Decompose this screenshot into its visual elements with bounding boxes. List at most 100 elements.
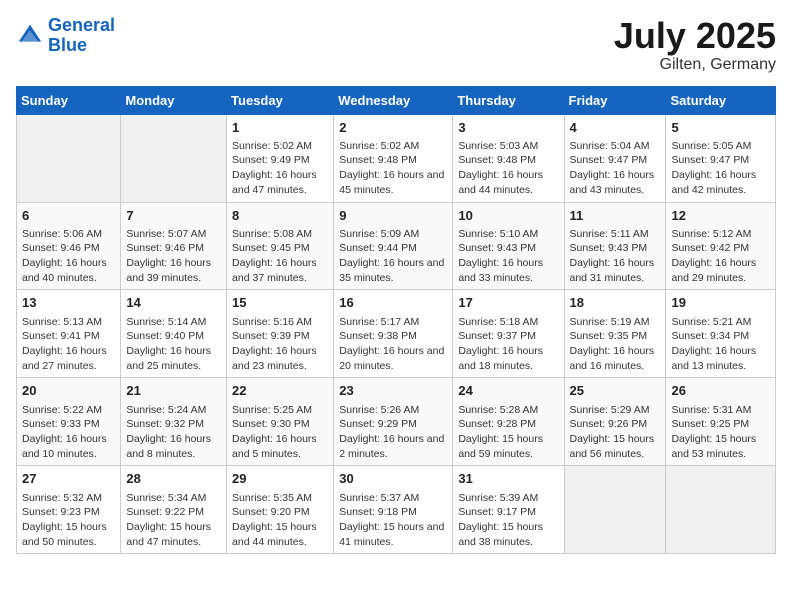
day-info: Sunrise: 5:37 AM Sunset: 9:18 PM Dayligh… (339, 491, 447, 550)
day-number: 2 (339, 119, 447, 137)
day-info: Sunrise: 5:16 AM Sunset: 9:39 PM Dayligh… (232, 315, 328, 374)
logo: General Blue (16, 16, 115, 56)
calendar-cell: 18Sunrise: 5:19 AM Sunset: 9:35 PM Dayli… (564, 290, 666, 378)
calendar-cell (564, 466, 666, 554)
day-number: 6 (22, 207, 115, 225)
calendar-week-row: 13Sunrise: 5:13 AM Sunset: 9:41 PM Dayli… (17, 290, 776, 378)
day-info: Sunrise: 5:31 AM Sunset: 9:25 PM Dayligh… (671, 403, 770, 462)
day-info: Sunrise: 5:14 AM Sunset: 9:40 PM Dayligh… (126, 315, 221, 374)
calendar-week-row: 20Sunrise: 5:22 AM Sunset: 9:33 PM Dayli… (17, 378, 776, 466)
weekday-header-saturday: Saturday (666, 86, 776, 114)
weekday-header-monday: Monday (121, 86, 227, 114)
day-number: 23 (339, 382, 447, 400)
day-info: Sunrise: 5:10 AM Sunset: 9:43 PM Dayligh… (458, 227, 558, 286)
calendar-cell: 2 Sunrise: 5:02 AM Sunset: 9:48 PM Daylig… (334, 114, 453, 202)
day-number: 15 (232, 294, 328, 312)
day-number: 4 (570, 119, 661, 137)
day-number: 17 (458, 294, 558, 312)
logo-text: General Blue (48, 16, 115, 56)
calendar-week-row: 6 Sunrise: 5:06 AM Sunset: 9:46 PM Daylig… (17, 202, 776, 290)
day-number: 8 (232, 207, 328, 225)
day-info: Sunrise: 5:13 AM Sunset: 9:41 PM Dayligh… (22, 315, 115, 374)
day-number: 20 (22, 382, 115, 400)
day-info: Sunrise: 5:12 AM Sunset: 9:42 PM Dayligh… (671, 227, 770, 286)
weekday-header-wednesday: Wednesday (334, 86, 453, 114)
calendar-cell: 22Sunrise: 5:25 AM Sunset: 9:30 PM Dayli… (227, 378, 334, 466)
calendar-cell: 19Sunrise: 5:21 AM Sunset: 9:34 PM Dayli… (666, 290, 776, 378)
day-info: Sunrise: 5:34 AM Sunset: 9:22 PM Dayligh… (126, 491, 221, 550)
day-info: Sunrise: 5:02 AM Sunset: 9:48 PM Dayligh… (339, 139, 447, 198)
day-number: 12 (671, 207, 770, 225)
day-info: Sunrise: 5:05 AM Sunset: 9:47 PM Dayligh… (671, 139, 770, 198)
logo-icon (16, 22, 44, 50)
calendar-cell: 11Sunrise: 5:11 AM Sunset: 9:43 PM Dayli… (564, 202, 666, 290)
day-info: Sunrise: 5:18 AM Sunset: 9:37 PM Dayligh… (458, 315, 558, 374)
calendar-cell: 4 Sunrise: 5:04 AM Sunset: 9:47 PM Daylig… (564, 114, 666, 202)
calendar-cell: 23 Sunrise: 5:26 AM Sunset: 9:29 PM Dayli… (334, 378, 453, 466)
weekday-header-tuesday: Tuesday (227, 86, 334, 114)
day-info: Sunrise: 5:07 AM Sunset: 9:46 PM Dayligh… (126, 227, 221, 286)
day-info: Sunrise: 5:04 AM Sunset: 9:47 PM Dayligh… (570, 139, 661, 198)
day-info: Sunrise: 5:35 AM Sunset: 9:20 PM Dayligh… (232, 491, 328, 550)
day-info: Sunrise: 5:24 AM Sunset: 9:32 PM Dayligh… (126, 403, 221, 462)
day-number: 21 (126, 382, 221, 400)
day-number: 30 (339, 470, 447, 488)
calendar-cell: 8 Sunrise: 5:08 AM Sunset: 9:45 PM Daylig… (227, 202, 334, 290)
day-number: 31 (458, 470, 558, 488)
day-info: Sunrise: 5:03 AM Sunset: 9:48 PM Dayligh… (458, 139, 558, 198)
day-info: Sunrise: 5:19 AM Sunset: 9:35 PM Dayligh… (570, 315, 661, 374)
day-number: 19 (671, 294, 770, 312)
day-number: 29 (232, 470, 328, 488)
day-number: 25 (570, 382, 661, 400)
calendar-cell: 1 Sunrise: 5:02 AM Sunset: 9:49 PM Daylig… (227, 114, 334, 202)
day-number: 26 (671, 382, 770, 400)
page-header: General Blue July 2025 Gilten, Germany (16, 16, 776, 74)
weekday-header-row: SundayMondayTuesdayWednesdayThursdayFrid… (17, 86, 776, 114)
day-info: Sunrise: 5:02 AM Sunset: 9:49 PM Dayligh… (232, 139, 328, 198)
day-number: 16 (339, 294, 447, 312)
calendar-cell: 10 Sunrise: 5:10 AM Sunset: 9:43 PM Dayli… (453, 202, 564, 290)
calendar-cell: 14 Sunrise: 5:14 AM Sunset: 9:40 PM Dayli… (121, 290, 227, 378)
calendar-cell: 17 Sunrise: 5:18 AM Sunset: 9:37 PM Dayli… (453, 290, 564, 378)
calendar-cell: 13Sunrise: 5:13 AM Sunset: 9:41 PM Dayli… (17, 290, 121, 378)
day-info: Sunrise: 5:32 AM Sunset: 9:23 PM Dayligh… (22, 491, 115, 550)
day-info: Sunrise: 5:06 AM Sunset: 9:46 PM Dayligh… (22, 227, 115, 286)
month-title: July 2025 (614, 16, 776, 56)
day-info: Sunrise: 5:11 AM Sunset: 9:43 PM Dayligh… (570, 227, 661, 286)
location: Gilten, Germany (614, 56, 776, 74)
weekday-header-sunday: Sunday (17, 86, 121, 114)
day-number: 9 (339, 207, 447, 225)
day-number: 10 (458, 207, 558, 225)
calendar-cell (121, 114, 227, 202)
day-number: 7 (126, 207, 221, 225)
calendar-cell: 29 Sunrise: 5:35 AM Sunset: 9:20 PM Dayli… (227, 466, 334, 554)
day-info: Sunrise: 5:29 AM Sunset: 9:26 PM Dayligh… (570, 403, 661, 462)
calendar-cell (666, 466, 776, 554)
day-info: Sunrise: 5:25 AM Sunset: 9:30 PM Dayligh… (232, 403, 328, 462)
calendar-cell: 24Sunrise: 5:28 AM Sunset: 9:28 PM Dayli… (453, 378, 564, 466)
calendar-week-row: 27 Sunrise: 5:32 AM Sunset: 9:23 PM Dayli… (17, 466, 776, 554)
calendar-cell: 25 Sunrise: 5:29 AM Sunset: 9:26 PM Dayli… (564, 378, 666, 466)
calendar-cell: 26 Sunrise: 5:31 AM Sunset: 9:25 PM Dayli… (666, 378, 776, 466)
weekday-header-friday: Friday (564, 86, 666, 114)
day-info: Sunrise: 5:39 AM Sunset: 9:17 PM Dayligh… (458, 491, 558, 550)
calendar-cell: 31 Sunrise: 5:39 AM Sunset: 9:17 PM Dayli… (453, 466, 564, 554)
calendar-cell: 28Sunrise: 5:34 AM Sunset: 9:22 PM Dayli… (121, 466, 227, 554)
day-number: 1 (232, 119, 328, 137)
calendar-cell: 16Sunrise: 5:17 AM Sunset: 9:38 PM Dayli… (334, 290, 453, 378)
day-number: 27 (22, 470, 115, 488)
calendar-cell: 3Sunrise: 5:03 AM Sunset: 9:48 PM Daylig… (453, 114, 564, 202)
calendar-week-row: 1 Sunrise: 5:02 AM Sunset: 9:49 PM Daylig… (17, 114, 776, 202)
calendar-cell: 5Sunrise: 5:05 AM Sunset: 9:47 PM Daylig… (666, 114, 776, 202)
weekday-header-thursday: Thursday (453, 86, 564, 114)
calendar-cell (17, 114, 121, 202)
calendar-cell: 27 Sunrise: 5:32 AM Sunset: 9:23 PM Dayli… (17, 466, 121, 554)
day-info: Sunrise: 5:26 AM Sunset: 9:29 PM Dayligh… (339, 403, 447, 462)
calendar-table: SundayMondayTuesdayWednesdayThursdayFrid… (16, 86, 776, 555)
calendar-cell: 15 Sunrise: 5:16 AM Sunset: 9:39 PM Dayli… (227, 290, 334, 378)
calendar-cell: 30 Sunrise: 5:37 AM Sunset: 9:18 PM Dayli… (334, 466, 453, 554)
calendar-cell: 20Sunrise: 5:22 AM Sunset: 9:33 PM Dayli… (17, 378, 121, 466)
calendar-cell: 7 Sunrise: 5:07 AM Sunset: 9:46 PM Daylig… (121, 202, 227, 290)
day-info: Sunrise: 5:08 AM Sunset: 9:45 PM Dayligh… (232, 227, 328, 286)
day-number: 14 (126, 294, 221, 312)
